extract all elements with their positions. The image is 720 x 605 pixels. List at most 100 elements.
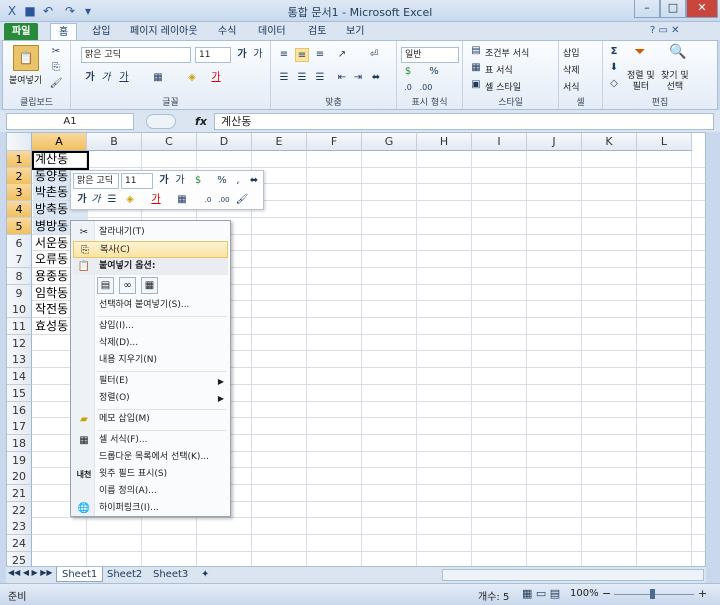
tab-review[interactable]: 검토 (300, 23, 334, 40)
align-left-icon[interactable]: ☰ (277, 71, 291, 85)
menu-item-paste-special[interactable]: 선택하여 붙여넣기(S)... (73, 297, 228, 314)
column-header-H[interactable]: H (417, 133, 472, 151)
insert-function-button[interactable]: fx (190, 113, 212, 130)
row-header-16[interactable]: 16 (7, 401, 32, 419)
row-header-23[interactable]: 23 (7, 518, 32, 536)
cell-styles-icon[interactable]: ▣ (469, 78, 483, 92)
sheet-tab-2[interactable]: Sheet2 (102, 567, 147, 582)
insert-sheet-icon[interactable]: ✦ (196, 567, 214, 582)
menu-item-filter[interactable]: 필터(E) ▶ (73, 373, 228, 390)
mini-merge-icon[interactable]: ⬌ (247, 174, 261, 188)
row-header-14[interactable]: 14 (7, 368, 32, 386)
find-select-icon[interactable]: 🔍 (669, 45, 686, 59)
align-center-icon[interactable]: ☰ (295, 71, 309, 85)
row-header-20[interactable]: 20 (7, 468, 32, 486)
paste-values-icon[interactable]: ▦ (141, 277, 158, 294)
sheet-nav-icons[interactable]: ◀◀ ◀ ▶ ▶▶ (8, 568, 53, 577)
sort-filter-button[interactable]: 정렬 및 필터 (627, 71, 655, 93)
row-header-17[interactable]: 17 (7, 418, 32, 436)
row-header-8[interactable]: 8 (7, 267, 32, 285)
row-header-4[interactable]: 4 (7, 201, 32, 219)
tab-page-layout[interactable]: 페이지 레이아웃 (122, 23, 206, 40)
column-header-D[interactable]: D (197, 133, 252, 151)
column-header-J[interactable]: J (527, 133, 582, 151)
zoom-level[interactable]: 100% (570, 588, 599, 599)
row-header-18[interactable]: 18 (7, 434, 32, 452)
mini-percent-button[interactable]: % (215, 174, 229, 188)
conditional-format-button[interactable]: 조건부 서식 (485, 46, 529, 59)
row-header-24[interactable]: 24 (7, 535, 32, 553)
conditional-format-icon[interactable]: ▤ (469, 44, 483, 58)
mini-italic-button[interactable]: 가 (89, 193, 103, 207)
row-header-10[interactable]: 10 (7, 301, 32, 319)
row-header-15[interactable]: 15 (7, 384, 32, 402)
close-button[interactable]: ✕ (686, 0, 718, 18)
tab-home[interactable]: 홈 (50, 23, 78, 40)
delete-cells-button[interactable]: 삭제 (563, 63, 580, 76)
tab-data[interactable]: 데이터 (250, 23, 294, 40)
menu-item-delete[interactable]: 삭제(D)... (73, 335, 228, 352)
row-header-2[interactable]: 2 (7, 167, 32, 185)
menu-item-dropdown-list[interactable]: 드롭다운 목록에서 선택(K)... (73, 449, 228, 466)
format-cells-button[interactable]: 서식 (563, 80, 580, 93)
cut-icon[interactable]: ✂ (49, 45, 63, 59)
paste-link-icon[interactable]: ∞ (119, 277, 136, 294)
sort-filter-icon[interactable]: ⏷ (633, 45, 647, 59)
column-header-F[interactable]: F (307, 133, 362, 151)
menu-item-define-name[interactable]: 이름 정의(A)... (73, 483, 228, 500)
format-table-button[interactable]: 표 서식 (485, 63, 513, 76)
increase-indent-icon[interactable]: ⇥ (351, 71, 365, 85)
zoom-out-button[interactable]: − (602, 587, 611, 600)
row-header-25[interactable]: 25 (7, 551, 32, 566)
decimal-decrease-icon[interactable]: .00 (419, 81, 433, 95)
row-header-13[interactable]: 13 (7, 351, 32, 369)
tab-file[interactable]: 파일 (4, 23, 39, 40)
mini-decimal-decrease-icon[interactable]: .00 (217, 193, 231, 207)
shrink-font-button[interactable]: 가 (251, 48, 265, 62)
percent-button[interactable]: % (427, 65, 441, 79)
underline-button[interactable]: 가 (117, 71, 131, 85)
orientation-icon[interactable]: ↗ (335, 48, 349, 62)
formula-input[interactable]: 계산동 (214, 113, 714, 130)
horizontal-scrollbar[interactable] (442, 569, 704, 581)
tab-insert[interactable]: 삽입 (84, 23, 118, 40)
row-header-12[interactable]: 12 (7, 334, 32, 352)
row-header-5[interactable]: 5 (7, 217, 32, 235)
row-header-3[interactable]: 3 (7, 184, 32, 202)
font-color-button[interactable]: 가 (209, 71, 223, 85)
align-top-icon[interactable]: ≡ (277, 48, 291, 62)
row-header-22[interactable]: 22 (7, 501, 32, 519)
mini-font-select[interactable]: 맑은 고딕 (73, 173, 119, 189)
mini-shrink-font-button[interactable]: 가 (173, 174, 187, 188)
fill-color-icon[interactable]: ◈ (185, 71, 199, 85)
borders-icon[interactable]: ▦ (151, 71, 165, 85)
select-all-corner[interactable] (7, 133, 32, 151)
currency-icon[interactable]: $ (401, 65, 415, 79)
mini-borders-icon[interactable]: ▦ (175, 193, 189, 207)
decrease-indent-icon[interactable]: ⇤ (335, 71, 349, 85)
copy-icon[interactable]: ⎘ (49, 61, 63, 75)
sheet-tab-1[interactable]: Sheet1 (56, 567, 104, 582)
mini-font-color-button[interactable]: 가 (149, 193, 163, 207)
mini-currency-icon[interactable]: $ (191, 174, 205, 188)
mini-format-painter-icon[interactable]: 🖌 (235, 193, 249, 207)
clear-icon[interactable]: ◇ (607, 77, 621, 91)
paste-default-icon[interactable]: ▤ (97, 277, 114, 294)
align-middle-icon[interactable]: ≡ (295, 48, 309, 62)
menu-item-hyperlink[interactable]: 🌐 하이퍼링크(I)... (73, 500, 228, 517)
find-select-button[interactable]: 찾기 및 선택 (661, 71, 689, 93)
mini-decimal-increase-icon[interactable]: .0 (201, 193, 215, 207)
mini-bold-button[interactable]: 가 (75, 193, 89, 207)
row-header-21[interactable]: 21 (7, 485, 32, 502)
insert-cells-button[interactable]: 삽입 (563, 46, 580, 59)
maximize-button[interactable]: □ (660, 0, 686, 18)
tab-view[interactable]: 보기 (338, 23, 372, 40)
minimize-button[interactable]: – (634, 0, 660, 18)
row-header-1[interactable]: 1 (7, 151, 32, 168)
font-name-select[interactable]: 맑은 고딕 (81, 47, 191, 63)
format-painter-icon[interactable]: 🖌 (49, 77, 63, 91)
column-header-B[interactable]: B (87, 133, 142, 151)
bold-button[interactable]: 가 (83, 71, 97, 85)
mini-size-select[interactable]: 11 (121, 173, 153, 189)
mini-comma-button[interactable]: , (231, 174, 245, 188)
